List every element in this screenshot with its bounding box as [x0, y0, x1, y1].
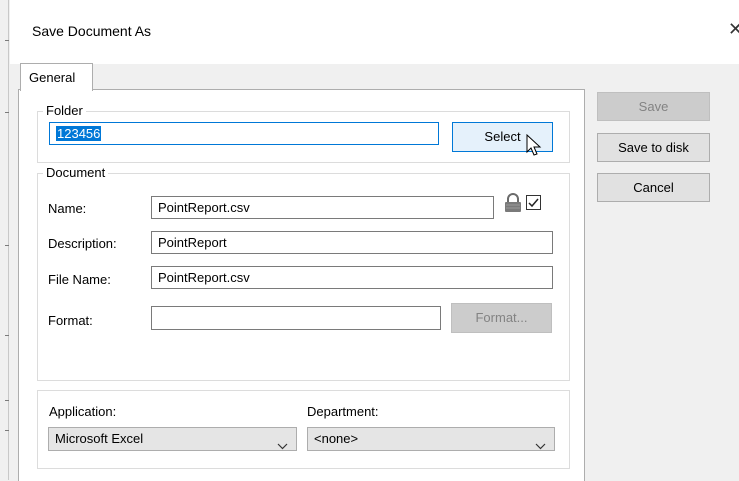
name-input[interactable]: PointReport.csv — [151, 196, 494, 219]
lock-checkbox[interactable] — [526, 195, 541, 210]
title-bar: Save Document As ✕ — [10, 0, 739, 64]
description-input[interactable]: PointReport — [151, 231, 553, 254]
cancel-button[interactable]: Cancel — [597, 173, 710, 202]
application-select[interactable]: Microsoft Excel — [48, 427, 297, 451]
application-value: Microsoft Excel — [55, 431, 144, 446]
format-input[interactable] — [151, 306, 441, 330]
document-legend: Document — [43, 165, 109, 180]
name-label: Name: — [48, 201, 87, 216]
folder-legend: Folder — [43, 103, 86, 118]
chevron-down-icon — [277, 435, 288, 457]
folder-input-value: 123456 — [56, 126, 102, 141]
filename-input[interactable]: PointReport.csv — [151, 266, 553, 289]
tab-general-label: General — [29, 70, 76, 85]
application-label: Application: — [49, 404, 117, 419]
mouse-cursor-icon — [526, 133, 542, 161]
department-select[interactable]: <none> — [307, 427, 555, 451]
filename-label: File Name: — [48, 272, 111, 287]
description-label: Description: — [48, 236, 117, 251]
close-icon[interactable]: ✕ — [728, 20, 739, 38]
format-button[interactable]: Format... — [451, 303, 552, 333]
tab-general[interactable]: General — [20, 63, 93, 91]
folder-input[interactable]: 123456 — [49, 122, 439, 145]
department-value: <none> — [314, 431, 359, 446]
save-button[interactable]: Save — [597, 92, 710, 121]
department-label: Department: — [307, 404, 379, 419]
chevron-down-icon — [535, 435, 546, 457]
save-to-disk-button[interactable]: Save to disk — [597, 133, 710, 162]
format-label: Format: — [48, 313, 93, 328]
dialog-title: Save Document As — [32, 23, 152, 39]
left-window-edge — [0, 0, 10, 480]
lock-icon[interactable] — [504, 193, 522, 216]
